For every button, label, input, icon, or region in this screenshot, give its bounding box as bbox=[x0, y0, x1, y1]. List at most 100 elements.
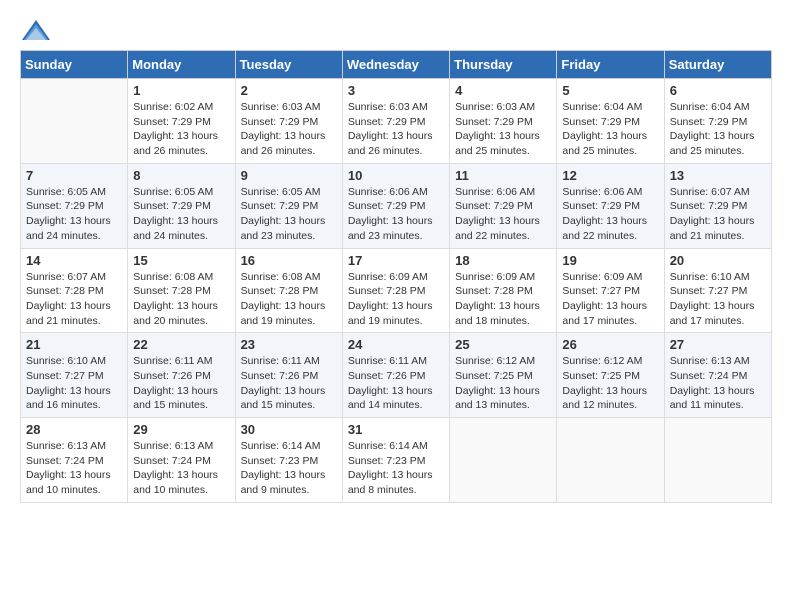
day-info: Sunrise: 6:10 AMSunset: 7:27 PMDaylight:… bbox=[26, 354, 122, 413]
calendar-day-cell: 30Sunrise: 6:14 AMSunset: 7:23 PMDayligh… bbox=[235, 418, 342, 503]
calendar-day-cell: 18 Sunrise: 6:09 AMSunset: 7:28 PMDayligh… bbox=[450, 248, 557, 333]
day-info: Sunrise: 6:09 AMSunset: 7:28 PMDaylight:… bbox=[348, 270, 444, 329]
calendar-day-cell: 28Sunrise: 6:13 AMSunset: 7:24 PMDayligh… bbox=[21, 418, 128, 503]
day-info: Sunrise: 6:04 AMSunset: 7:29 PMDaylight:… bbox=[562, 100, 658, 159]
calendar-day-cell: 10 Sunrise: 6:06 AMSunset: 7:29 PMDayligh… bbox=[342, 163, 449, 248]
day-number: 9 bbox=[241, 168, 337, 183]
day-info: Sunrise: 6:08 AMSunset: 7:28 PMDaylight:… bbox=[133, 270, 229, 329]
calendar-day-cell: 3 Sunrise: 6:03 AMSunset: 7:29 PMDaylight… bbox=[342, 79, 449, 164]
logo bbox=[20, 20, 50, 40]
calendar-day-cell: 21 Sunrise: 6:10 AMSunset: 7:27 PMDayligh… bbox=[21, 333, 128, 418]
day-info: Sunrise: 6:05 AMSunset: 7:29 PMDaylight:… bbox=[241, 185, 337, 244]
calendar-day-cell: 11 Sunrise: 6:06 AMSunset: 7:29 PMDayligh… bbox=[450, 163, 557, 248]
day-info: Sunrise: 6:05 AMSunset: 7:29 PMDaylight:… bbox=[133, 185, 229, 244]
day-number: 18 bbox=[455, 253, 551, 268]
calendar-day-cell: 20 Sunrise: 6:10 AMSunset: 7:27 PMDayligh… bbox=[664, 248, 771, 333]
day-info: Sunrise: 6:03 AMSunset: 7:29 PMDaylight:… bbox=[241, 100, 337, 159]
day-info: Sunrise: 6:05 AMSunset: 7:29 PMDaylight:… bbox=[26, 185, 122, 244]
day-info: Sunrise: 6:07 AMSunset: 7:29 PMDaylight:… bbox=[670, 185, 766, 244]
day-of-week-header: Monday bbox=[128, 51, 235, 79]
calendar-day-cell: 27Sunrise: 6:13 AMSunset: 7:24 PMDayligh… bbox=[664, 333, 771, 418]
day-number: 20 bbox=[670, 253, 766, 268]
calendar-day-cell: 26 Sunrise: 6:12 AMSunset: 7:25 PMDayligh… bbox=[557, 333, 664, 418]
calendar-day-cell: 25Sunrise: 6:12 AMSunset: 7:25 PMDayligh… bbox=[450, 333, 557, 418]
calendar-day-cell bbox=[664, 418, 771, 503]
calendar-day-cell: 24 Sunrise: 6:11 AMSunset: 7:26 PMDayligh… bbox=[342, 333, 449, 418]
calendar-day-cell: 13Sunrise: 6:07 AMSunset: 7:29 PMDayligh… bbox=[664, 163, 771, 248]
day-info: Sunrise: 6:08 AMSunset: 7:28 PMDaylight:… bbox=[241, 270, 337, 329]
day-number: 29 bbox=[133, 422, 229, 437]
day-number: 15 bbox=[133, 253, 229, 268]
day-number: 16 bbox=[241, 253, 337, 268]
day-info: Sunrise: 6:13 AMSunset: 7:24 PMDaylight:… bbox=[670, 354, 766, 413]
day-number: 14 bbox=[26, 253, 122, 268]
day-number: 6 bbox=[670, 83, 766, 98]
day-number: 31 bbox=[348, 422, 444, 437]
day-info: Sunrise: 6:12 AMSunset: 7:25 PMDaylight:… bbox=[562, 354, 658, 413]
calendar-day-cell: 23 Sunrise: 6:11 AMSunset: 7:26 PMDayligh… bbox=[235, 333, 342, 418]
day-info: Sunrise: 6:09 AMSunset: 7:27 PMDaylight:… bbox=[562, 270, 658, 329]
day-info: Sunrise: 6:04 AMSunset: 7:29 PMDaylight:… bbox=[670, 100, 766, 159]
calendar-day-cell: 31 Sunrise: 6:14 AMSunset: 7:23 PMDayligh… bbox=[342, 418, 449, 503]
day-info: Sunrise: 6:14 AMSunset: 7:23 PMDaylight:… bbox=[241, 439, 337, 498]
calendar-day-cell: 19 Sunrise: 6:09 AMSunset: 7:27 PMDayligh… bbox=[557, 248, 664, 333]
day-info: Sunrise: 6:13 AMSunset: 7:24 PMDaylight:… bbox=[26, 439, 122, 498]
calendar-day-cell bbox=[21, 79, 128, 164]
day-number: 23 bbox=[241, 337, 337, 352]
day-number: 24 bbox=[348, 337, 444, 352]
calendar-day-cell: 29 Sunrise: 6:13 AMSunset: 7:24 PMDayligh… bbox=[128, 418, 235, 503]
day-number: 7 bbox=[26, 168, 122, 183]
day-info: Sunrise: 6:11 AMSunset: 7:26 PMDaylight:… bbox=[348, 354, 444, 413]
day-info: Sunrise: 6:09 AMSunset: 7:28 PMDaylight:… bbox=[455, 270, 551, 329]
day-number: 12 bbox=[562, 168, 658, 183]
day-number: 17 bbox=[348, 253, 444, 268]
calendar-header-row: SundayMondayTuesdayWednesdayThursdayFrid… bbox=[21, 51, 772, 79]
calendar-day-cell: 6 Sunrise: 6:04 AMSunset: 7:29 PMDaylight… bbox=[664, 79, 771, 164]
calendar-day-cell: 22Sunrise: 6:11 AMSunset: 7:26 PMDayligh… bbox=[128, 333, 235, 418]
day-number: 1 bbox=[133, 83, 229, 98]
day-number: 11 bbox=[455, 168, 551, 183]
day-number: 8 bbox=[133, 168, 229, 183]
day-info: Sunrise: 6:06 AMSunset: 7:29 PMDaylight:… bbox=[455, 185, 551, 244]
calendar-day-cell: 7 Sunrise: 6:05 AMSunset: 7:29 PMDaylight… bbox=[21, 163, 128, 248]
day-info: Sunrise: 6:13 AMSunset: 7:24 PMDaylight:… bbox=[133, 439, 229, 498]
day-info: Sunrise: 6:12 AMSunset: 7:25 PMDaylight:… bbox=[455, 354, 551, 413]
logo-icon bbox=[22, 20, 50, 40]
day-number: 22 bbox=[133, 337, 229, 352]
calendar-day-cell: 4Sunrise: 6:03 AMSunset: 7:29 PMDaylight… bbox=[450, 79, 557, 164]
calendar-day-cell: 16 Sunrise: 6:08 AMSunset: 7:28 PMDayligh… bbox=[235, 248, 342, 333]
calendar-day-cell: 12Sunrise: 6:06 AMSunset: 7:29 PMDayligh… bbox=[557, 163, 664, 248]
day-number: 10 bbox=[348, 168, 444, 183]
calendar-week-row: 7 Sunrise: 6:05 AMSunset: 7:29 PMDaylight… bbox=[21, 163, 772, 248]
day-info: Sunrise: 6:07 AMSunset: 7:28 PMDaylight:… bbox=[26, 270, 122, 329]
calendar-week-row: 28Sunrise: 6:13 AMSunset: 7:24 PMDayligh… bbox=[21, 418, 772, 503]
calendar-table: SundayMondayTuesdayWednesdayThursdayFrid… bbox=[20, 50, 772, 503]
calendar-week-row: 1 Sunrise: 6:02 AMSunset: 7:29 PMDaylight… bbox=[21, 79, 772, 164]
day-of-week-header: Tuesday bbox=[235, 51, 342, 79]
day-info: Sunrise: 6:10 AMSunset: 7:27 PMDaylight:… bbox=[670, 270, 766, 329]
calendar-day-cell: 8 Sunrise: 6:05 AMSunset: 7:29 PMDaylight… bbox=[128, 163, 235, 248]
day-number: 21 bbox=[26, 337, 122, 352]
day-number: 3 bbox=[348, 83, 444, 98]
calendar-week-row: 21 Sunrise: 6:10 AMSunset: 7:27 PMDayligh… bbox=[21, 333, 772, 418]
calendar-day-cell: 1 Sunrise: 6:02 AMSunset: 7:29 PMDaylight… bbox=[128, 79, 235, 164]
day-number: 5 bbox=[562, 83, 658, 98]
day-number: 19 bbox=[562, 253, 658, 268]
day-of-week-header: Saturday bbox=[664, 51, 771, 79]
calendar-day-cell: 2 Sunrise: 6:03 AMSunset: 7:29 PMDaylight… bbox=[235, 79, 342, 164]
day-info: Sunrise: 6:11 AMSunset: 7:26 PMDaylight:… bbox=[241, 354, 337, 413]
day-info: Sunrise: 6:03 AMSunset: 7:29 PMDaylight:… bbox=[348, 100, 444, 159]
day-of-week-header: Wednesday bbox=[342, 51, 449, 79]
calendar-day-cell: 14 Sunrise: 6:07 AMSunset: 7:28 PMDayligh… bbox=[21, 248, 128, 333]
day-number: 26 bbox=[562, 337, 658, 352]
day-info: Sunrise: 6:06 AMSunset: 7:29 PMDaylight:… bbox=[348, 185, 444, 244]
day-info: Sunrise: 6:02 AMSunset: 7:29 PMDaylight:… bbox=[133, 100, 229, 159]
day-of-week-header: Thursday bbox=[450, 51, 557, 79]
calendar-day-cell: 17 Sunrise: 6:09 AMSunset: 7:28 PMDayligh… bbox=[342, 248, 449, 333]
calendar-week-row: 14 Sunrise: 6:07 AMSunset: 7:28 PMDayligh… bbox=[21, 248, 772, 333]
day-number: 2 bbox=[241, 83, 337, 98]
day-of-week-header: Friday bbox=[557, 51, 664, 79]
calendar-day-cell bbox=[557, 418, 664, 503]
day-info: Sunrise: 6:14 AMSunset: 7:23 PMDaylight:… bbox=[348, 439, 444, 498]
page-header bbox=[20, 20, 772, 40]
